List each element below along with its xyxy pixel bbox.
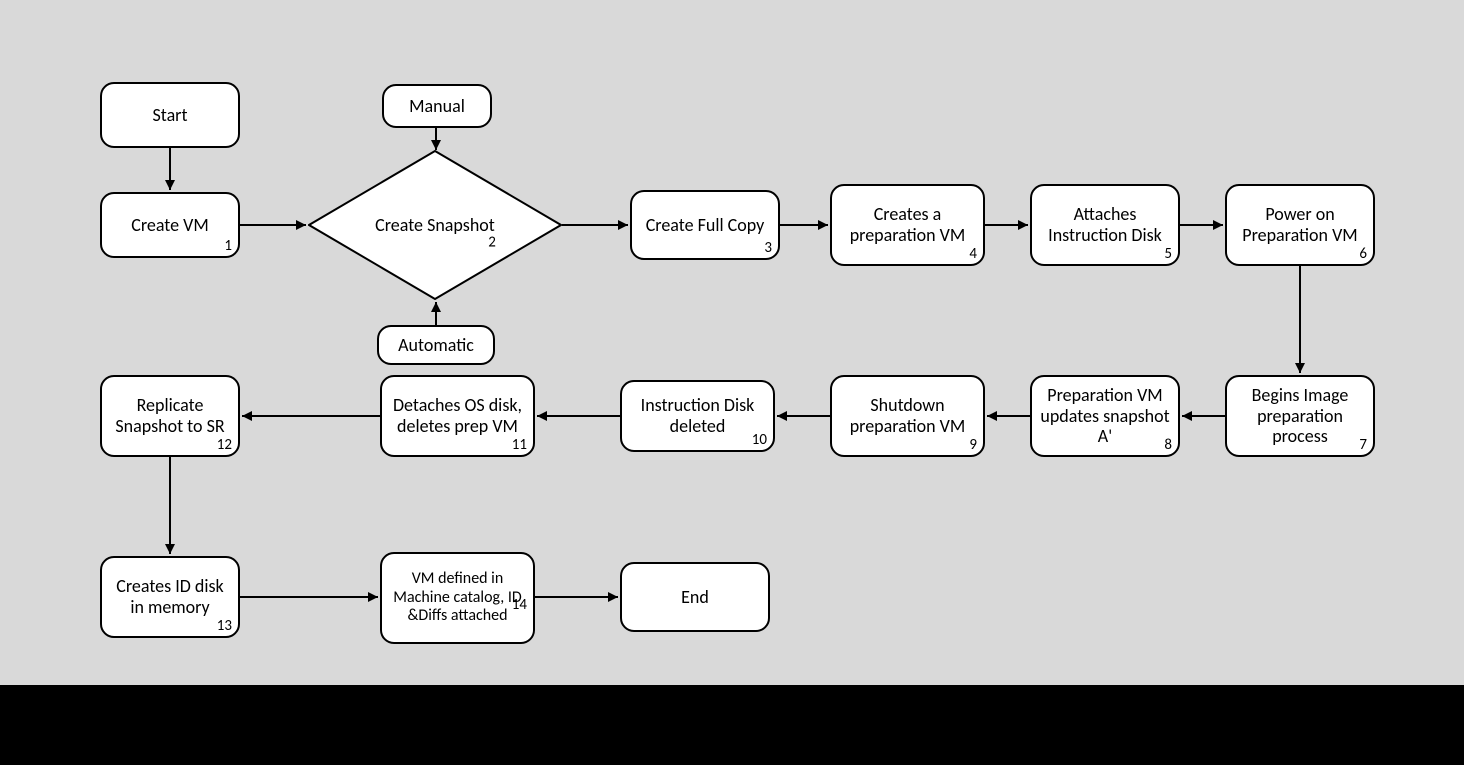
node-number: 2	[488, 234, 496, 252]
node-label: Attaches Instruction Disk	[1040, 204, 1170, 245]
node-label: Detaches OS disk, deletes prep VM	[390, 395, 525, 436]
node-label: Manual	[409, 96, 465, 117]
node-label: Power on Preparation VM	[1235, 204, 1365, 245]
node-label: Creates a preparation VM	[840, 204, 975, 245]
node-number: 3	[764, 240, 772, 257]
node-end: End	[620, 562, 770, 632]
node-number: 9	[969, 437, 977, 454]
node-create-vm: Create VM 1	[100, 192, 240, 258]
node-create-full-copy: Create Full Copy 3	[630, 190, 780, 260]
node-label: Begins Image preparation process	[1235, 385, 1365, 447]
node-detaches-os-disk: Detaches OS disk, deletes prep VM 11	[380, 375, 535, 457]
node-label: Shutdown preparation VM	[840, 395, 975, 436]
node-label: Create Full Copy	[646, 215, 765, 236]
node-number: 7	[1359, 437, 1367, 454]
node-label: Start	[152, 105, 187, 126]
node-number: 11	[512, 437, 527, 454]
node-shutdown-preparation-vm: Shutdown preparation VM 9	[830, 375, 985, 457]
node-number: 5	[1164, 246, 1172, 263]
node-number: 4	[969, 246, 977, 263]
node-creates-preparation-vm: Creates a preparation VM 4	[830, 184, 985, 266]
node-attaches-instruction-disk: Attaches Instruction Disk 5	[1030, 184, 1180, 266]
node-power-on-preparation-vm: Power on Preparation VM 6	[1225, 184, 1375, 266]
node-label: Create Snapshot	[375, 215, 495, 236]
node-start: Start	[100, 82, 240, 148]
node-label: Automatic	[398, 335, 474, 356]
node-number: 12	[217, 437, 232, 454]
node-creates-id-disk: Creates ID disk in memory 13	[100, 556, 240, 638]
node-number: 13	[217, 618, 232, 635]
node-label: Create VM	[131, 215, 209, 236]
node-label: Creates ID disk in memory	[110, 576, 230, 617]
node-number: 14	[512, 597, 527, 614]
node-number: 6	[1359, 246, 1367, 263]
node-manual: Manual	[382, 84, 492, 128]
node-automatic: Automatic	[377, 325, 495, 365]
node-number: 8	[1164, 437, 1172, 454]
node-label: Preparation VM updates snapshot A'	[1040, 385, 1170, 447]
node-instruction-disk-deleted: Instruction Disk deleted 10	[620, 380, 775, 452]
node-number: 1	[224, 238, 232, 255]
node-replicate-snapshot-to-sr: Replicate Snapshot to SR 12	[100, 375, 240, 457]
node-label: End	[681, 587, 709, 608]
node-vm-defined-in-catalog: VM defined in Machine catalog, ID &Diffs…	[380, 552, 535, 644]
node-create-snapshot: Create Snapshot 2	[308, 150, 562, 300]
node-number: 10	[752, 432, 767, 449]
node-label: Replicate Snapshot to SR	[110, 395, 230, 436]
flowchart: Start Manual Create VM 1 Create Snapshot…	[0, 0, 1464, 685]
node-label: VM defined in Machine catalog, ID &Diffs…	[390, 570, 525, 625]
node-begins-image-preparation: Begins Image preparation process 7	[1225, 375, 1375, 457]
node-preparation-vm-updates-snapshot: Preparation VM updates snapshot A' 8	[1030, 375, 1180, 457]
node-label: Instruction Disk deleted	[630, 395, 765, 436]
